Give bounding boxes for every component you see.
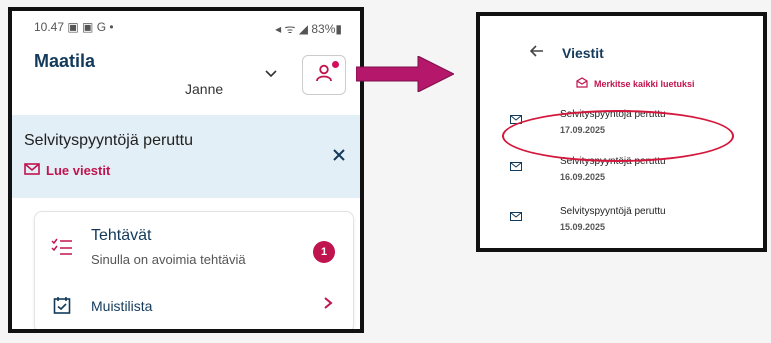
- mark-all-read-button[interactable]: Merkitse kaikki luetuksi: [576, 77, 695, 90]
- envelope-icon: [510, 158, 522, 176]
- calendar-check-icon: [53, 296, 71, 319]
- checklist-icon: [51, 238, 73, 261]
- phone-screenshot: 10.47 ▣ ▣ G • ◂ ᯤ ◢ 83%▮ Maatila Janne S…: [8, 7, 364, 333]
- profile-button[interactable]: [302, 55, 346, 95]
- status-left-icons: ▣ ▣ G •: [67, 20, 114, 34]
- tasks-count-badge: 1: [313, 241, 335, 263]
- notice-banner: Selvityspyyntöjä peruttu Lue viestit: [12, 115, 360, 198]
- chevron-right-icon[interactable]: [323, 294, 333, 315]
- user-icon: [314, 63, 334, 88]
- tasks-title[interactable]: Tehtävät: [91, 227, 151, 245]
- status-time: 10.47: [34, 20, 65, 34]
- app-title: Maatila: [34, 51, 96, 71]
- envelope-open-icon: [576, 77, 588, 90]
- message-date: 16.09.2025: [560, 172, 606, 182]
- highlight-ellipse: [502, 110, 734, 162]
- message-title: Selvityspyyntöjä peruttu: [560, 206, 666, 217]
- memo-list-link[interactable]: Muistilista: [91, 298, 152, 314]
- back-arrow-icon[interactable]: [529, 44, 544, 62]
- read-messages-label: Lue viestit: [46, 163, 111, 178]
- notification-dot: [332, 61, 339, 68]
- read-messages-link[interactable]: Lue viestit: [24, 163, 110, 178]
- envelope-icon: [24, 163, 40, 178]
- tasks-subtitle: Sinulla on avoimia tehtäviä: [91, 252, 246, 267]
- status-right: ◂ ᯤ ◢ 83%▮: [275, 22, 342, 36]
- message-date: 15.09.2025: [560, 222, 606, 232]
- envelope-icon: [510, 208, 522, 226]
- user-name: Janne: [185, 81, 224, 97]
- mark-all-read-label: Merkitse kaikki luetuksi: [594, 78, 695, 89]
- notice-title: Selvityspyyntöjä peruttu: [24, 132, 193, 149]
- status-left: 10.47 ▣ ▣ G •: [34, 20, 114, 34]
- messages-panel: Viestit Merkitse kaikki luetuksi Selvity…: [476, 12, 767, 252]
- arrow-right-icon: [355, 55, 456, 97]
- close-icon[interactable]: [332, 145, 346, 168]
- status-bar: 10.47 ▣ ▣ G • ◂ ᯤ ◢ 83%▮: [34, 20, 342, 38]
- tasks-card: Tehtävät Sinulla on avoimia tehtäviä 1 M…: [34, 211, 354, 329]
- panel-title: Viestit: [562, 45, 604, 61]
- chevron-down-icon[interactable]: [265, 65, 277, 81]
